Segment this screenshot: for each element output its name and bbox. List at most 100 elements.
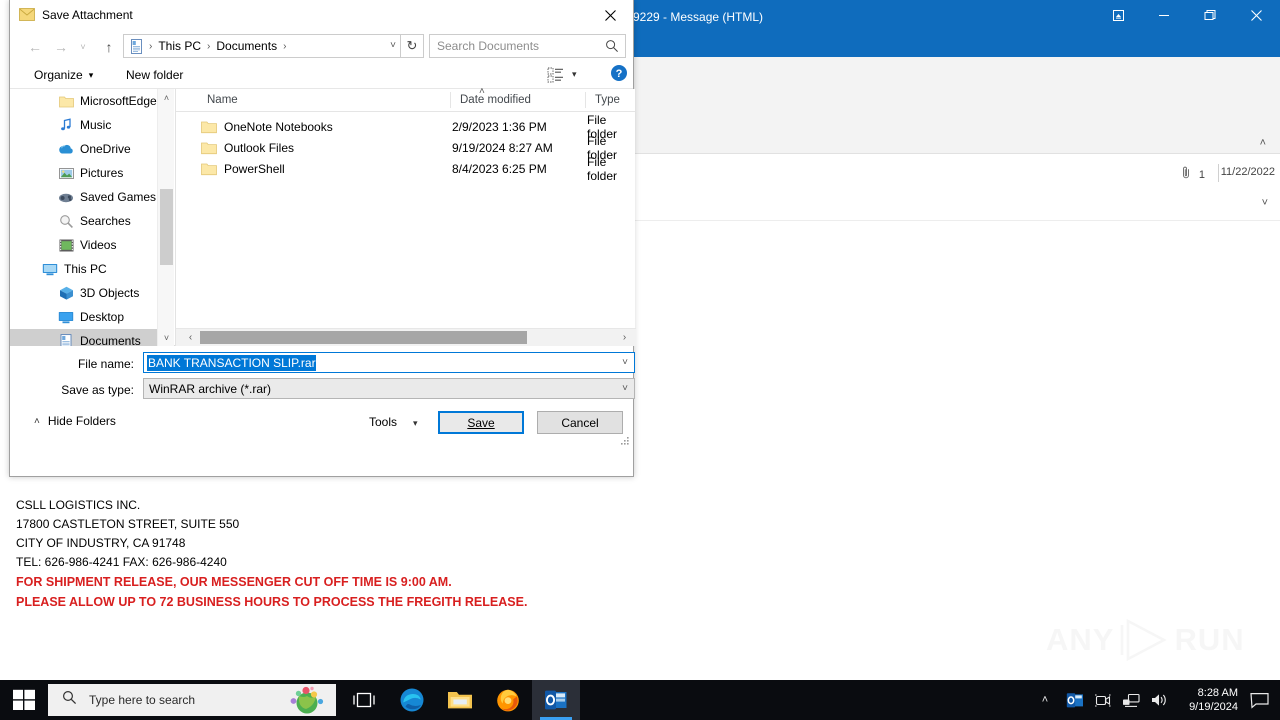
dialog-navigation-bar: ← → ˅ ↑ › This PC › Documents › ˅ ↻ Sear… (10, 31, 633, 61)
breadcrumb-this-pc[interactable]: This PC (157, 39, 202, 53)
recent-locations-icon[interactable]: ˅ (72, 36, 94, 58)
table-row[interactable]: Outlook Files 9/19/2024 8:27 AM File fol… (176, 134, 635, 162)
folder-icon (201, 120, 217, 134)
search-input[interactable]: Search Documents (429, 34, 626, 58)
sidebar-item-videos[interactable]: Videos (10, 233, 157, 257)
column-header-type[interactable]: Type (586, 89, 636, 111)
close-icon[interactable] (1233, 0, 1279, 30)
start-icon[interactable] (0, 680, 48, 720)
breadcrumb-separator[interactable]: › (278, 41, 291, 52)
column-header-name[interactable]: Name (198, 89, 451, 111)
table-row[interactable]: OneNote Notebooks 2/9/2023 1:36 PM File … (176, 113, 635, 141)
sidebar-item-label: Documents (80, 334, 141, 346)
table-row[interactable]: PowerShell 8/4/2023 6:25 PM File folder (176, 155, 635, 183)
outlook-ribbon: ˄ (625, 57, 1280, 154)
resize-grip-icon[interactable] (618, 434, 630, 446)
maximize-icon[interactable] (1187, 0, 1233, 30)
sidebar-item-music[interactable]: Music (10, 113, 157, 137)
help-icon[interactable]: ? (610, 64, 628, 82)
file-type: File folder (587, 154, 618, 183)
scroll-down-icon[interactable]: ˅ (158, 329, 175, 346)
address-bar[interactable]: › This PC › Documents › ˅ (123, 34, 401, 58)
scroll-up-icon[interactable]: ˄ (158, 89, 175, 106)
network-icon[interactable] (1118, 680, 1144, 720)
cancel-button[interactable]: Cancel (537, 411, 623, 434)
firefox-icon[interactable] (484, 680, 532, 720)
minimize-icon[interactable] (1141, 0, 1187, 30)
save-label: Save (467, 415, 495, 430)
onedrive-icon (58, 141, 74, 157)
view-mode-caret-icon[interactable]: ▾ (572, 69, 577, 80)
action-center-icon[interactable] (1242, 680, 1276, 720)
tools-caret-icon[interactable]: ▾ (413, 418, 418, 429)
refresh-icon[interactable]: ↻ (401, 34, 424, 58)
chevron-down-icon[interactable]: ˅ (622, 357, 628, 368)
up-one-level-icon[interactable]: ↑ (98, 36, 120, 58)
new-folder-button[interactable]: New folder (122, 64, 187, 86)
anyrun-watermark: ANY RUN (1046, 612, 1244, 668)
save-as-type-label: Save as type: (61, 383, 134, 397)
sidebar-item-3d-objects[interactable]: 3D Objects (10, 281, 157, 305)
chevron-down-icon[interactable]: ˅ (622, 383, 628, 394)
file-name-input[interactable]: BANK TRANSACTION SLIP.rar ˅ (143, 352, 635, 373)
address-dropdown-icon[interactable]: ˅ (390, 40, 396, 51)
tray-outlook-icon[interactable] (1062, 680, 1088, 720)
sidebar-item-label: Desktop (80, 310, 125, 324)
camera-icon[interactable] (1090, 680, 1116, 720)
scrollbar-thumb[interactable] (200, 331, 527, 344)
hide-folders-button[interactable]: ˄ Hide Folders (34, 414, 116, 428)
search-icon (62, 690, 77, 710)
sidebar-item-label: Pictures (80, 166, 124, 180)
attachment-count-value: 1 (1198, 168, 1205, 181)
chevron-up-icon[interactable]: ˄ (1260, 138, 1266, 149)
clock[interactable]: 8:28 AM 9/19/2024 (1176, 680, 1238, 720)
forward-icon[interactable]: → (50, 36, 72, 58)
file-explorer-icon[interactable] (436, 680, 484, 720)
microsoft-edge-icon[interactable] (388, 680, 436, 720)
anyrun-play-logo-icon (1118, 617, 1170, 663)
email-warning-line: FOR SHIPMENT RELEASE, OUR MESSENGER CUT … (16, 575, 452, 589)
scroll-left-icon[interactable]: ‹ (182, 329, 199, 346)
search-placeholder: Type here to search (89, 693, 196, 707)
task-view-icon[interactable] (340, 680, 388, 720)
save-as-type-value: WinRAR archive (*.rar) (149, 381, 272, 396)
scroll-right-icon[interactable]: › (616, 329, 633, 346)
tools-button[interactable]: Tools (369, 415, 397, 429)
scrollbar-thumb[interactable] (160, 189, 173, 265)
file-list-horizontal-scrollbar[interactable]: ‹ › (176, 328, 636, 346)
dialog-close-icon[interactable] (588, 0, 633, 30)
column-header-date-modified[interactable]: Date modified (451, 89, 586, 111)
sidebar-item-searches[interactable]: Searches (10, 209, 157, 233)
folder-icon (58, 93, 74, 109)
file-name-label: File name: (77, 357, 134, 371)
search-icon[interactable] (605, 39, 619, 58)
save-button[interactable]: Save (438, 411, 524, 434)
sidebar-item-pictures[interactable]: Pictures (10, 161, 157, 185)
sidebar-item-this-pc[interactable]: This PC (10, 257, 157, 281)
breadcrumb-documents[interactable]: Documents (215, 39, 278, 53)
back-icon[interactable]: ← (24, 36, 46, 58)
chevron-down-icon[interactable]: ˅ (1262, 197, 1268, 209)
sidebar-item-saved-games[interactable]: Saved Games (10, 185, 157, 209)
show-hidden-icons-icon[interactable]: ˄ (1032, 680, 1058, 720)
save-attachment-dialog: Save Attachment ← → ˅ ↑ › This PC › Docu… (9, 0, 636, 477)
outlook-icon[interactable] (532, 680, 580, 720)
watermark-right-text: RUN (1174, 622, 1245, 657)
sidebar-item-onedrive[interactable]: OneDrive (10, 137, 157, 161)
volume-icon[interactable] (1146, 680, 1172, 720)
dialog-command-bar: Organize ▾ New folder ▾ ? (10, 61, 633, 89)
email-line: CSLL LOGISTICS INC. (16, 498, 141, 512)
sidebar-item-microsoftedge[interactable]: MicrosoftEdge (10, 89, 157, 113)
restore-down-icon[interactable] (1095, 0, 1141, 30)
sidebar-item-label: Videos (80, 238, 117, 252)
sidebar-item-documents[interactable]: Documents (10, 329, 157, 346)
sidebar-item-desktop[interactable]: Desktop (10, 305, 157, 329)
navigation-pane-scrollbar[interactable]: ˄ ˅ (157, 89, 174, 346)
search-input[interactable]: Type here to search (48, 684, 336, 716)
file-name: PowerShell (224, 161, 285, 176)
save-as-type-select[interactable]: WinRAR archive (*.rar) ˅ (143, 378, 635, 399)
change-view-icon[interactable] (547, 66, 565, 84)
organize-button[interactable]: Organize ▾ (30, 64, 97, 86)
searches-icon (58, 213, 74, 229)
divider (1218, 164, 1219, 182)
